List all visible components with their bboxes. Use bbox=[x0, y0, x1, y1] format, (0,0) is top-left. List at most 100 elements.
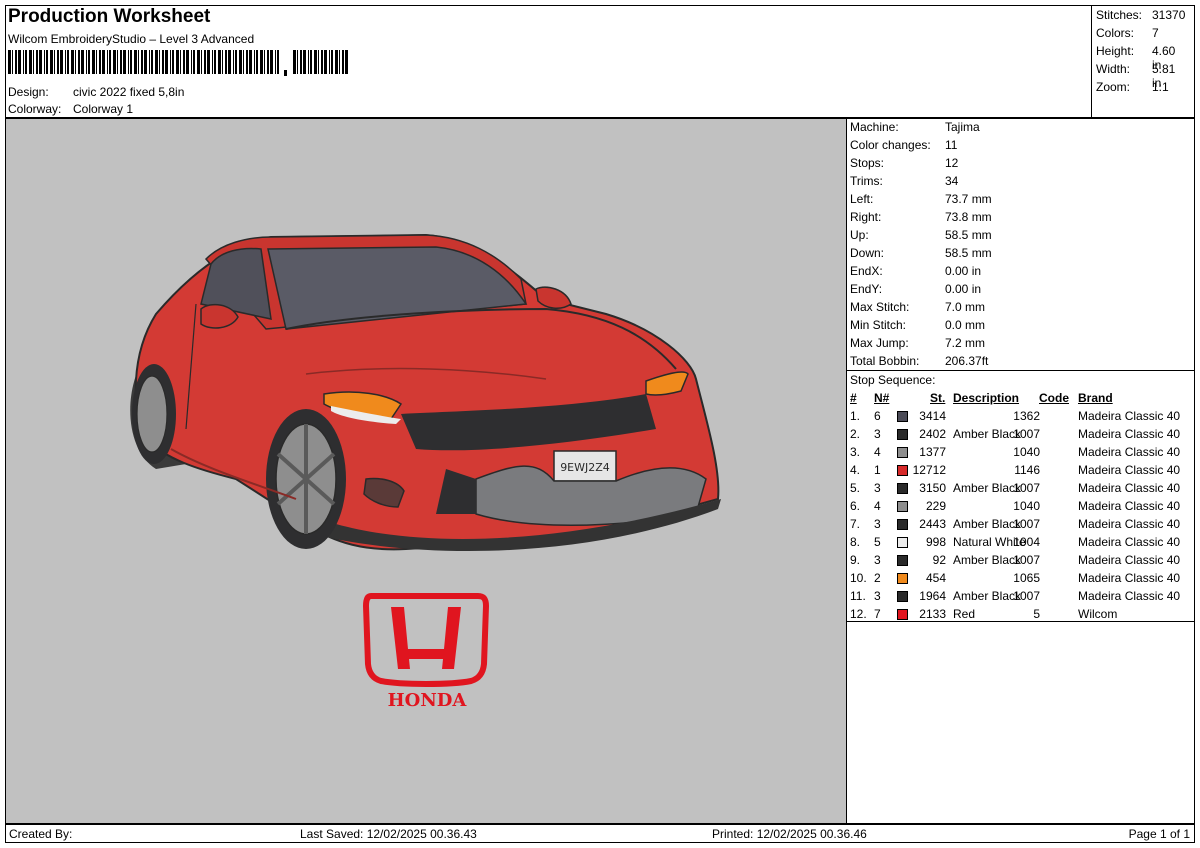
row-code: 1040 bbox=[1013, 445, 1040, 459]
row-needle: 4 bbox=[874, 445, 881, 459]
color-swatch bbox=[897, 447, 908, 458]
detail-value: 73.8 mm bbox=[945, 210, 992, 224]
summary-label: Stitches: bbox=[1096, 8, 1143, 22]
footer-last-saved: Last Saved: 12/02/2025 00.36.43 bbox=[300, 827, 477, 841]
row-code: 1040 bbox=[1013, 499, 1040, 513]
detail-label: Total Bobbin: bbox=[850, 354, 920, 368]
col-header-num: # bbox=[850, 391, 857, 405]
color-swatch bbox=[897, 465, 908, 476]
row-stitches: 1377 bbox=[919, 445, 946, 459]
summary-width: Width: 5.81 in bbox=[1096, 62, 1175, 90]
stop-sequence-row: 7. 3 2443 Amber Black 1007 Madeira Classic 40 bbox=[846, 517, 1195, 535]
color-swatch bbox=[897, 609, 908, 620]
row-number: 6. bbox=[850, 499, 861, 513]
row-needle: 6 bbox=[874, 409, 881, 423]
colorway-label: Colorway: bbox=[8, 102, 62, 116]
summary-label: Width: bbox=[1096, 62, 1131, 76]
car-embroidery-image: 9EWJ2Z4 HONDA bbox=[130, 233, 721, 711]
row-stitches: 3414 bbox=[919, 409, 946, 423]
detail-label: EndX: bbox=[850, 264, 883, 278]
row-needle: 7 bbox=[874, 607, 881, 621]
row-code: 1007 bbox=[1013, 427, 1040, 441]
detail-value: 12 bbox=[945, 156, 959, 170]
row-description: Red bbox=[953, 607, 976, 621]
detail-row: Color changes: 11 bbox=[850, 138, 957, 152]
row-needle: 3 bbox=[874, 553, 881, 567]
color-swatch bbox=[897, 519, 908, 530]
detail-row: Trims: 34 bbox=[850, 174, 958, 188]
detail-value: Tajima bbox=[945, 120, 980, 134]
row-code: 1146 bbox=[1014, 463, 1040, 477]
row-needle: 1 bbox=[874, 463, 881, 477]
detail-value: 58.5 mm bbox=[945, 246, 992, 260]
color-swatch bbox=[897, 411, 908, 422]
row-code: 5 bbox=[1033, 607, 1040, 621]
row-brand: Madeira Classic 40 bbox=[1078, 535, 1181, 549]
row-brand: Madeira Classic 40 bbox=[1078, 427, 1181, 441]
stop-sequence-row: 4. 1 12712 1146 Madeira Classic 40 bbox=[846, 463, 1195, 481]
stop-sequence-title: Stop Sequence: bbox=[850, 373, 936, 387]
stop-sequence-row: 11. 3 1964 Amber Black 1007 Madeira Classic 4… bbox=[846, 589, 1195, 607]
row-brand: Wilcom bbox=[1078, 607, 1118, 621]
detail-value: 7.2 mm bbox=[945, 336, 986, 350]
detail-label: Machine: bbox=[850, 120, 899, 134]
detail-label: Max Jump: bbox=[850, 336, 909, 350]
barcode bbox=[8, 50, 348, 76]
row-brand: Madeira Classic 40 bbox=[1078, 463, 1181, 477]
row-needle: 5 bbox=[874, 535, 881, 549]
detail-row: Min Stitch: 0.0 mm bbox=[850, 318, 985, 332]
row-code: 1004 bbox=[1013, 535, 1040, 549]
col-header-needle: N# bbox=[874, 391, 890, 405]
row-stitches: 229 bbox=[925, 499, 946, 513]
color-swatch bbox=[897, 555, 908, 566]
row-number: 8. bbox=[850, 535, 861, 549]
row-description: Amber Black bbox=[953, 427, 1022, 441]
row-description: Amber Black bbox=[953, 553, 1022, 567]
row-code: 1007 bbox=[1013, 553, 1040, 567]
detail-row: EndY: 0.00 in bbox=[850, 282, 981, 296]
row-stitches: 2133 bbox=[919, 607, 946, 621]
row-description: Amber Black bbox=[953, 517, 1022, 531]
row-number: 3. bbox=[850, 445, 861, 459]
detail-value: 206.37ft bbox=[945, 354, 989, 368]
col-header-stitches: St. bbox=[930, 391, 946, 405]
row-number: 11. bbox=[850, 589, 866, 603]
footer-page-number: Page 1 of 1 bbox=[1128, 827, 1190, 841]
detail-row: Up: 58.5 mm bbox=[850, 228, 992, 242]
stop-sequence-row: 9. 3 92 Amber Black 1007 Madeira Classic 40 bbox=[846, 553, 1195, 571]
worksheet-footer: Created By: Last Saved: 12/02/2025 00.36… bbox=[5, 824, 1195, 843]
color-swatch bbox=[897, 501, 908, 512]
row-description: Amber Black bbox=[953, 481, 1022, 495]
detail-value: 0.0 mm bbox=[945, 318, 986, 332]
license-plate-text: 9EWJ2Z4 bbox=[560, 461, 610, 474]
row-number: 7. bbox=[850, 517, 861, 531]
detail-label: Min Stitch: bbox=[850, 318, 907, 332]
summary-height: Height: 4.60 in bbox=[1096, 44, 1175, 72]
stop-sequence-row: 5. 3 3150 Amber Black 1007 Madeira Classic 40 bbox=[846, 481, 1195, 499]
row-brand: Madeira Classic 40 bbox=[1078, 517, 1181, 531]
detail-value: 73.7 mm bbox=[945, 192, 992, 206]
detail-value: 34 bbox=[945, 174, 959, 188]
detail-label: Right: bbox=[850, 210, 882, 224]
stop-sequence-row: 3. 4 1377 1040 Madeira Classic 40 bbox=[846, 445, 1195, 463]
stop-sequence-row: 12. 7 2133 Red 5 Wilcom bbox=[846, 607, 1195, 625]
row-code: 1362 bbox=[1013, 409, 1040, 423]
row-number: 1. bbox=[850, 409, 861, 423]
page-title: Production Worksheet bbox=[8, 6, 211, 27]
footer-created-by: Created By: bbox=[9, 827, 73, 841]
row-stitches: 92 bbox=[932, 553, 946, 567]
row-stitches: 454 bbox=[925, 571, 946, 585]
row-needle: 3 bbox=[874, 517, 881, 531]
stop-sequence-section: Stop Sequence: # N# St. Description Code… bbox=[846, 370, 1195, 622]
stop-sequence-row: 8. 5 998 Natural White 1004 Madeira Classic 4… bbox=[846, 535, 1195, 553]
design-preview: 9EWJ2Z4 HONDA bbox=[5, 118, 847, 824]
summary-box: Stitches: 31370 Colors: 7 Height: 4.60 i… bbox=[1091, 5, 1195, 118]
stop-sequence-row: 10. 2 454 1065 Madeira Classic 40 bbox=[846, 571, 1195, 589]
summary-value: 7 bbox=[1152, 26, 1159, 40]
row-number: 10. bbox=[850, 571, 867, 585]
col-header-brand: Brand bbox=[1078, 391, 1113, 405]
row-brand: Madeira Classic 40 bbox=[1078, 571, 1181, 585]
detail-row: Max Jump: 7.2 mm bbox=[850, 336, 985, 350]
design-label: Design: bbox=[8, 85, 49, 99]
detail-label: EndY: bbox=[850, 282, 883, 296]
